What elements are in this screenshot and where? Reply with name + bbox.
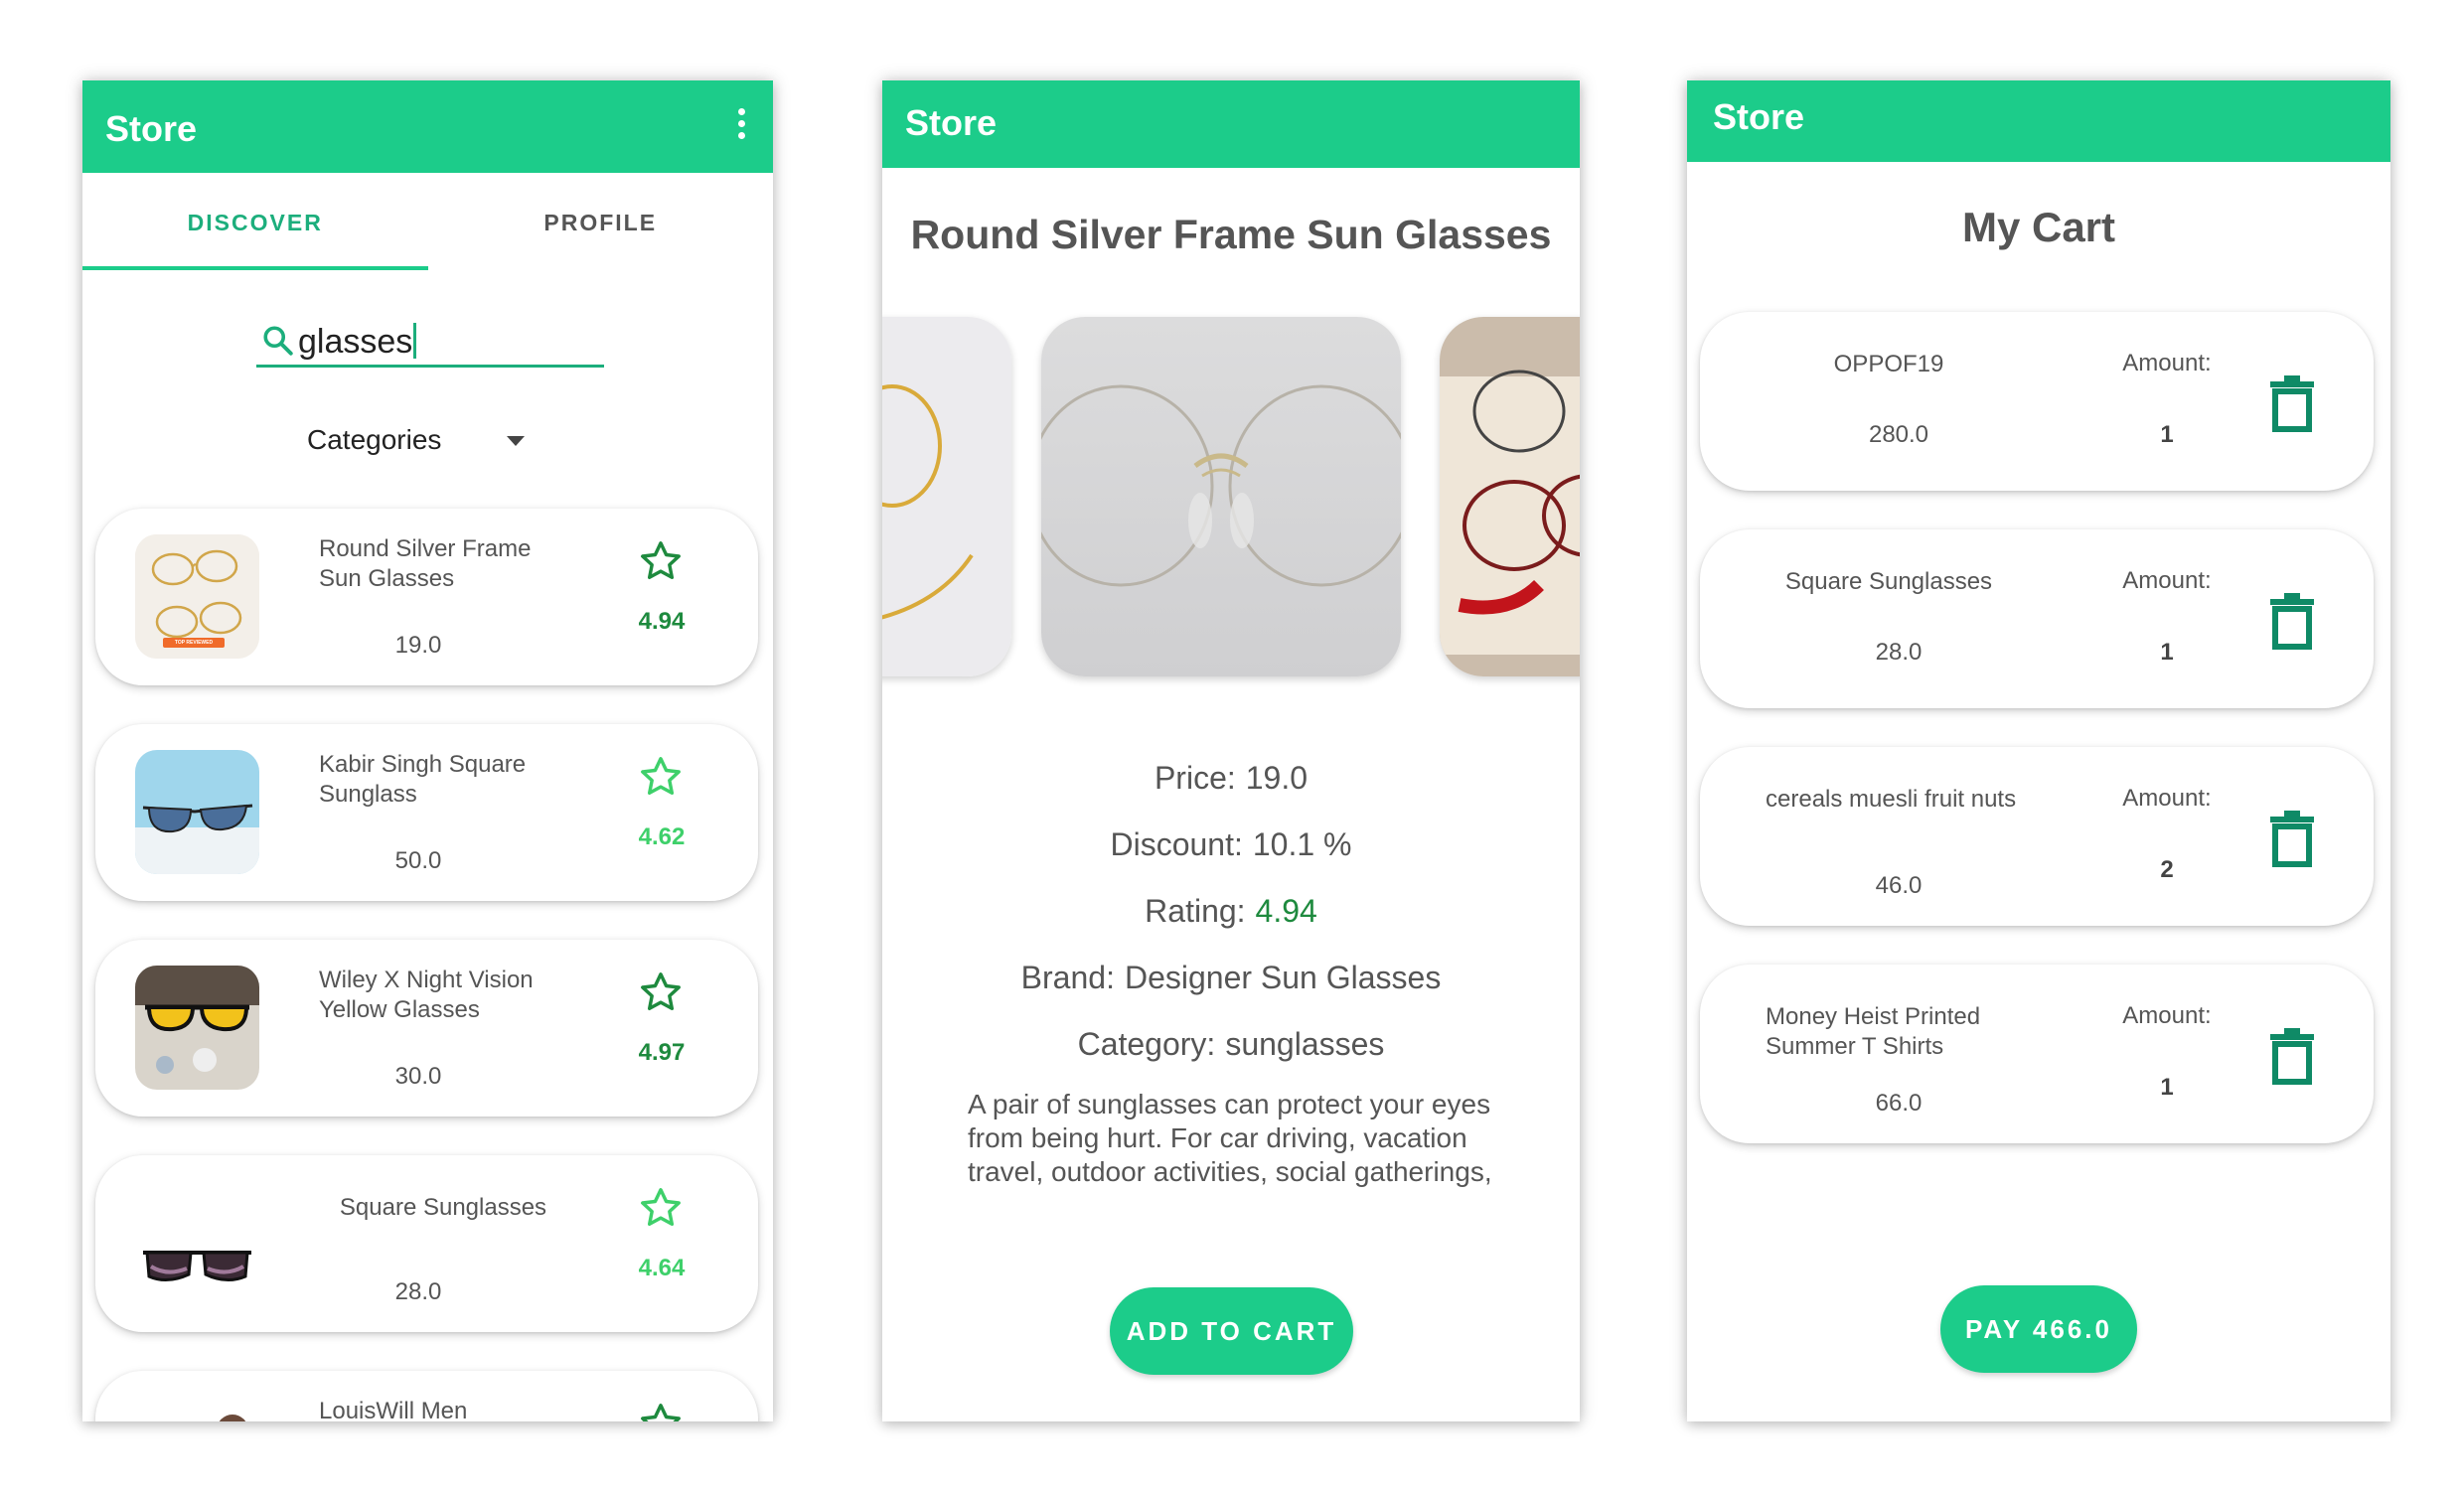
pay-button[interactable]: PAY 466.0	[1940, 1285, 2137, 1373]
text-caret	[413, 323, 417, 359]
thumbnail-badge: TOP REVIEWED	[174, 640, 214, 646]
search-value: glasses	[298, 323, 413, 361]
add-to-cart-button[interactable]: ADD TO CART	[1110, 1287, 1353, 1375]
amount-label: Amount:	[2122, 785, 2212, 812]
carousel-image-prev[interactable]	[882, 317, 1011, 676]
cart-item: OPPOF19 280.0 Amount: 1	[1700, 312, 2374, 491]
product-card[interactable]: Kabir Singh Square Sunglass 50.0 4.62	[95, 724, 758, 901]
product-thumbnail: LW	[135, 1397, 259, 1421]
rating-row: Rating: 4.94	[882, 893, 1580, 930]
category-dropdown[interactable]: Categories	[307, 424, 441, 456]
cart-item-price: 66.0	[1875, 1090, 1923, 1117]
amount-label: Amount:	[2122, 350, 2212, 376]
rating-label: Rating:	[1145, 893, 1246, 929]
amount-value: 1	[2160, 421, 2174, 448]
cart-item-name: Money Heist Printed Summer T Shirts	[1766, 1003, 1981, 1060]
category-label: Category:	[1077, 1026, 1216, 1062]
cart-item: Square Sunglasses 28.0 Amount: 1	[1700, 529, 2374, 708]
product-rating: 4.97	[638, 1039, 686, 1066]
cart-item: cereals muesli fruit nuts 46.0 Amount: 2	[1700, 747, 2374, 926]
delete-icon[interactable]	[2266, 373, 2318, 433]
app-title: Store	[1713, 96, 1805, 137]
amount-value: 2	[2160, 856, 2174, 883]
delete-icon[interactable]	[2266, 1026, 2318, 1086]
tab-discover[interactable]: DISCOVER	[82, 173, 428, 272]
price-row: Price: 19.0	[882, 760, 1580, 797]
cart-item-price: 28.0	[1875, 639, 1923, 666]
rating-value: 4.94	[1255, 893, 1317, 929]
app-bar: Store	[82, 80, 773, 173]
product-name: Wiley X Night Vision Yellow Glasses	[319, 967, 534, 1023]
product-thumbnail: TOP REVIEWED	[135, 534, 259, 659]
brand-value: Designer Sun Glasses	[1124, 960, 1442, 995]
carousel-image-main[interactable]	[1041, 317, 1401, 676]
category-value: sunglasses	[1225, 1026, 1385, 1062]
discount-label: Discount:	[1110, 826, 1243, 862]
category-row: Category: sunglasses	[882, 1026, 1580, 1063]
cart-item-price: 46.0	[1875, 872, 1923, 899]
search-input[interactable]: glasses	[256, 315, 604, 368]
arrow-drop-down-icon[interactable]	[507, 436, 525, 446]
product-thumbnail	[135, 966, 259, 1090]
product-name: LouisWill Men	[319, 1398, 468, 1421]
product-price: 30.0	[394, 1063, 442, 1090]
amount-value: 1	[2160, 1074, 2174, 1101]
delete-icon[interactable]	[2266, 591, 2318, 651]
cart-title: My Cart	[1961, 204, 2116, 250]
product-detail-screen: Store Round Silver Frame Sun Glasses Pri…	[882, 80, 1580, 1421]
app-bar: Store	[1687, 80, 2390, 162]
amount-value: 1	[2160, 639, 2174, 666]
amount-label: Amount:	[2122, 1002, 2212, 1029]
star-outline-icon[interactable]	[638, 538, 684, 584]
product-rating: 4.62	[638, 823, 686, 850]
product-title: Round Silver Frame Sun Glasses	[910, 212, 1552, 257]
cart-item-name: OPPOF19	[1833, 351, 1944, 377]
more-vert-icon[interactable]	[735, 108, 747, 148]
star-outline-icon[interactable]	[638, 1401, 684, 1421]
app-bar: Store	[882, 80, 1580, 168]
star-outline-icon[interactable]	[638, 969, 684, 1015]
product-price: 50.0	[394, 847, 442, 874]
product-name: Kabir Singh Square Sunglass	[319, 751, 527, 808]
tab-profile[interactable]: PROFILE	[428, 173, 774, 272]
tab-bar: DISCOVER PROFILE	[82, 173, 773, 272]
product-name: Round Silver Frame Sun Glasses	[319, 535, 532, 592]
product-thumbnail	[135, 750, 259, 874]
brand-row: Brand: Designer Sun Glasses	[882, 960, 1580, 996]
product-rating: 4.64	[638, 1255, 686, 1281]
cart-item-name: cereals muesli fruit nuts	[1766, 786, 2017, 813]
discount-row: Discount: 10.1 %	[882, 826, 1580, 863]
carousel-image-next[interactable]	[1440, 317, 1580, 676]
search-icon	[263, 326, 293, 356]
amount-label: Amount:	[2122, 567, 2212, 594]
cart-item: Money Heist Printed Summer T Shirts 66.0…	[1700, 965, 2374, 1143]
app-title: Store	[905, 102, 998, 143]
product-name: Square Sunglasses	[339, 1194, 547, 1221]
product-card[interactable]: LW LouisWill Men	[95, 1371, 758, 1421]
product-price: 28.0	[394, 1278, 442, 1305]
cart-screen: Store My Cart OPPOF19 280.0 Amount: 1 Sq…	[1687, 80, 2390, 1421]
product-card[interactable]: Square Sunglasses 28.0 4.64	[95, 1155, 758, 1332]
star-outline-icon[interactable]	[638, 1185, 684, 1231]
cart-item-price: 280.0	[1868, 421, 1929, 448]
product-card[interactable]: TOP REVIEWED Round Silver Frame Sun Glas…	[95, 509, 758, 685]
discount-value: 10.1 %	[1252, 826, 1352, 862]
product-price: 19.0	[394, 632, 442, 659]
brand-label: Brand:	[1020, 960, 1115, 995]
star-outline-icon[interactable]	[638, 754, 684, 800]
product-rating: 4.94	[638, 608, 686, 635]
price-value: 19.0	[1245, 760, 1309, 796]
price-label: Price:	[1154, 760, 1236, 796]
discover-screen: Store DISCOVER PROFILE glasses Categorie…	[82, 80, 773, 1421]
product-card[interactable]: Wiley X Night Vision Yellow Glasses 30.0…	[95, 940, 758, 1117]
product-thumbnail	[135, 1181, 259, 1305]
product-description: A pair of sunglasses can protect your ey…	[968, 1089, 1492, 1187]
delete-icon[interactable]	[2266, 809, 2318, 868]
cart-item-name: Square Sunglasses	[1784, 568, 1993, 595]
app-title: Store	[105, 108, 198, 149]
